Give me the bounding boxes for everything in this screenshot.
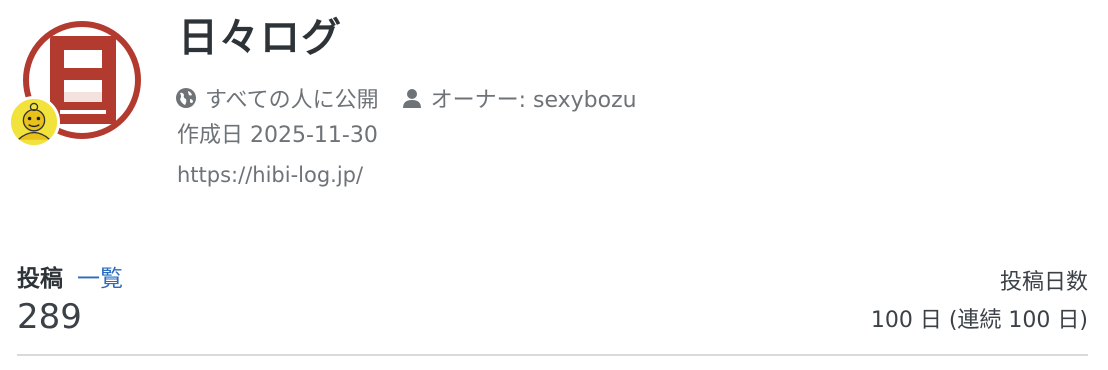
created-date: 作成日 2025-11-30 <box>177 123 378 148</box>
post-days-label: 投稿日数 <box>999 270 1088 295</box>
owner-info: オーナー: sexybozu <box>401 82 637 114</box>
owner-avatar[interactable] <box>8 96 60 148</box>
meta-row: すべての人に公開 オーナー: sexybozu <box>175 83 659 113</box>
avatar-group <box>8 18 148 148</box>
posts-header: 投稿 一覧 <box>17 259 123 293</box>
user-icon <box>402 89 421 108</box>
posts-label: 投稿 <box>17 266 63 292</box>
visibility-label: すべての人に公開 <box>205 88 379 113</box>
globe-icon <box>176 88 196 108</box>
blog-profile-page: 日々ログ すべての人に公開 オーナー: sexybozu 作成日 2025-11… <box>0 0 1108 370</box>
post-days-value: 100 日 (連続 100 日) <box>870 308 1088 333</box>
site-url-link[interactable]: https://hibi-log.jp/ <box>177 160 363 190</box>
owner-label[interactable]: オーナー: sexybozu <box>431 82 637 114</box>
posts-count: 289 <box>17 297 82 337</box>
site-title[interactable]: 日々ログ <box>178 14 342 62</box>
visibility-info: すべての人に公開 <box>175 82 379 114</box>
posts-list-link[interactable]: 一覧 <box>77 259 123 293</box>
divider <box>17 354 1088 356</box>
